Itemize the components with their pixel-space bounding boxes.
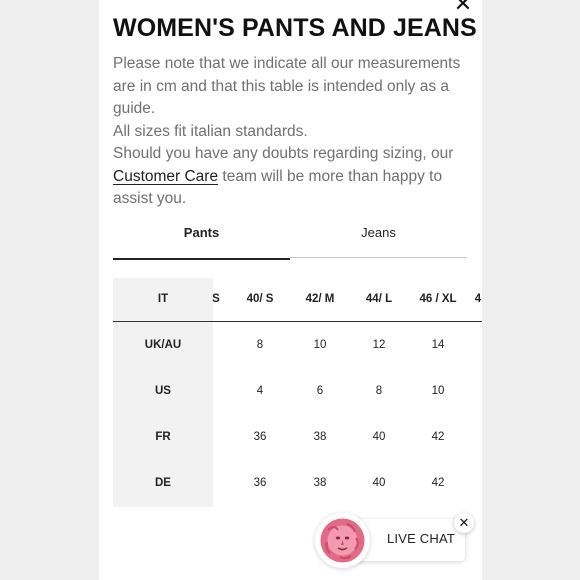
table-cell: 42: [431, 431, 445, 443]
table-cell: 10: [431, 385, 445, 397]
size-tabs: Pants Jeans: [113, 220, 467, 260]
header-cell-overflow: 4: [474, 293, 482, 305]
row-label-ukau: UK/AU: [144, 339, 182, 351]
table-header-divider: [113, 321, 482, 322]
size-table: IT S 40/ S 42/ M 44/ L 46 / XL 4 UK/AU 8…: [113, 278, 482, 507]
table-cell: 12: [372, 339, 386, 351]
intro-prefix: Should you have any doubts regarding siz…: [113, 145, 454, 162]
header-cell-46: 46 / XL: [419, 293, 457, 305]
close-icon[interactable]: ✕: [454, 513, 474, 533]
table-cell: 36: [253, 477, 267, 489]
live-chat-widget[interactable]: LIVE CHAT ✕: [315, 513, 474, 568]
intro-text: Please note that we indicate all our mea…: [113, 53, 481, 211]
medusa-logo-icon[interactable]: [315, 513, 370, 568]
table-cell: 38: [313, 477, 327, 489]
header-cell-s: S: [212, 293, 220, 305]
tab-jeans[interactable]: Jeans: [290, 220, 467, 258]
row-label-de: DE: [155, 477, 171, 489]
intro-paragraph-3: Should you have any doubts regarding siz…: [113, 143, 481, 211]
header-cell-it: IT: [157, 293, 169, 305]
table-cell: 8: [256, 339, 264, 351]
intro-paragraph-1: Please note that we indicate all our mea…: [113, 55, 461, 117]
intro-paragraph-2: All sizes fit italian standards.: [113, 122, 308, 140]
table-cell: 36: [253, 431, 267, 443]
customer-care-link[interactable]: Customer Care: [113, 168, 218, 185]
table-cell: 38: [313, 431, 327, 443]
header-cell-40: 40/ S: [246, 293, 274, 305]
modal-title: WOMEN'S PANTS AND JEANS: [113, 14, 477, 42]
live-chat-label[interactable]: LIVE CHAT: [387, 531, 455, 546]
tab-pants[interactable]: Pants: [113, 220, 290, 260]
table-cell: 14: [431, 339, 445, 351]
size-guide-modal: ✕ WOMEN'S PANTS AND JEANS Please note th…: [99, 0, 482, 580]
table-cell: 40: [372, 431, 386, 443]
table-cell: 42: [431, 477, 445, 489]
table-cell: 10: [313, 339, 327, 351]
table-cell: 6: [316, 385, 324, 397]
table-cell: 8: [375, 385, 383, 397]
header-cell-44: 44/ L: [365, 293, 393, 305]
header-cell-42: 42/ M: [305, 293, 335, 305]
row-label-fr: FR: [155, 431, 171, 443]
table-cell: 4: [256, 385, 264, 397]
row-label-us: US: [155, 385, 171, 397]
table-cell: 40: [372, 477, 386, 489]
